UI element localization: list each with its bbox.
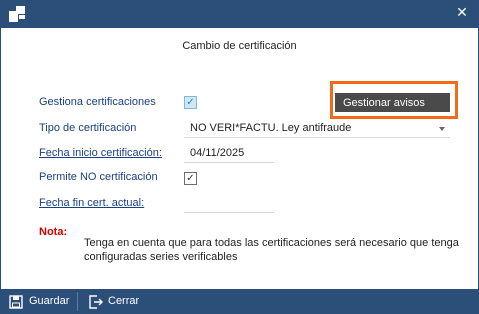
note-text: Tenga en cuenta que para todas las certi… [84, 237, 459, 263]
title-bar: ✕ [0, 0, 479, 28]
dialog-title: Cambio de certificación [182, 40, 297, 52]
footer-divider [77, 292, 78, 311]
chevron-down-icon[interactable] [439, 127, 445, 131]
fecha-inicio-input[interactable]: 04/11/2025 [190, 147, 244, 159]
gestiona-certificaciones-label: Gestiona certificaciones [39, 96, 156, 108]
checkmark-icon: ✓ [186, 173, 195, 184]
close-button[interactable]: Cerrar [108, 289, 139, 314]
window-border-left [0, 28, 1, 289]
save-button[interactable]: Guardar [29, 289, 69, 314]
note-label: Nota: [39, 226, 68, 238]
fecha-inicio-underline [184, 162, 274, 163]
tipo-certificacion-label: Tipo de certificación [39, 122, 137, 134]
gestiona-certificaciones-checkbox[interactable]: ✓ [184, 96, 197, 109]
fecha-fin-label[interactable]: Fecha fin cert. actual: [39, 197, 144, 209]
fecha-inicio-label[interactable]: Fecha inicio certificación: [39, 147, 162, 159]
permite-no-certificacion-label: Permite NO certificación [39, 171, 158, 183]
gestionar-avisos-button[interactable]: Gestionar avisos [335, 93, 450, 112]
app-window-icon [9, 6, 25, 22]
tipo-certificacion-select[interactable]: NO VERI*FACTU. Ley antifraude [190, 122, 351, 134]
tipo-certificacion-underline [184, 137, 450, 138]
save-icon [9, 295, 23, 309]
close-icon[interactable]: ✕ [453, 4, 471, 22]
footer-toolbar: Guardar Cerrar [0, 289, 479, 314]
exit-icon [89, 295, 103, 309]
permite-no-certificacion-checkbox[interactable]: ✓ [184, 172, 197, 185]
checkmark-icon: ✓ [186, 97, 195, 108]
fecha-fin-underline [184, 212, 274, 213]
